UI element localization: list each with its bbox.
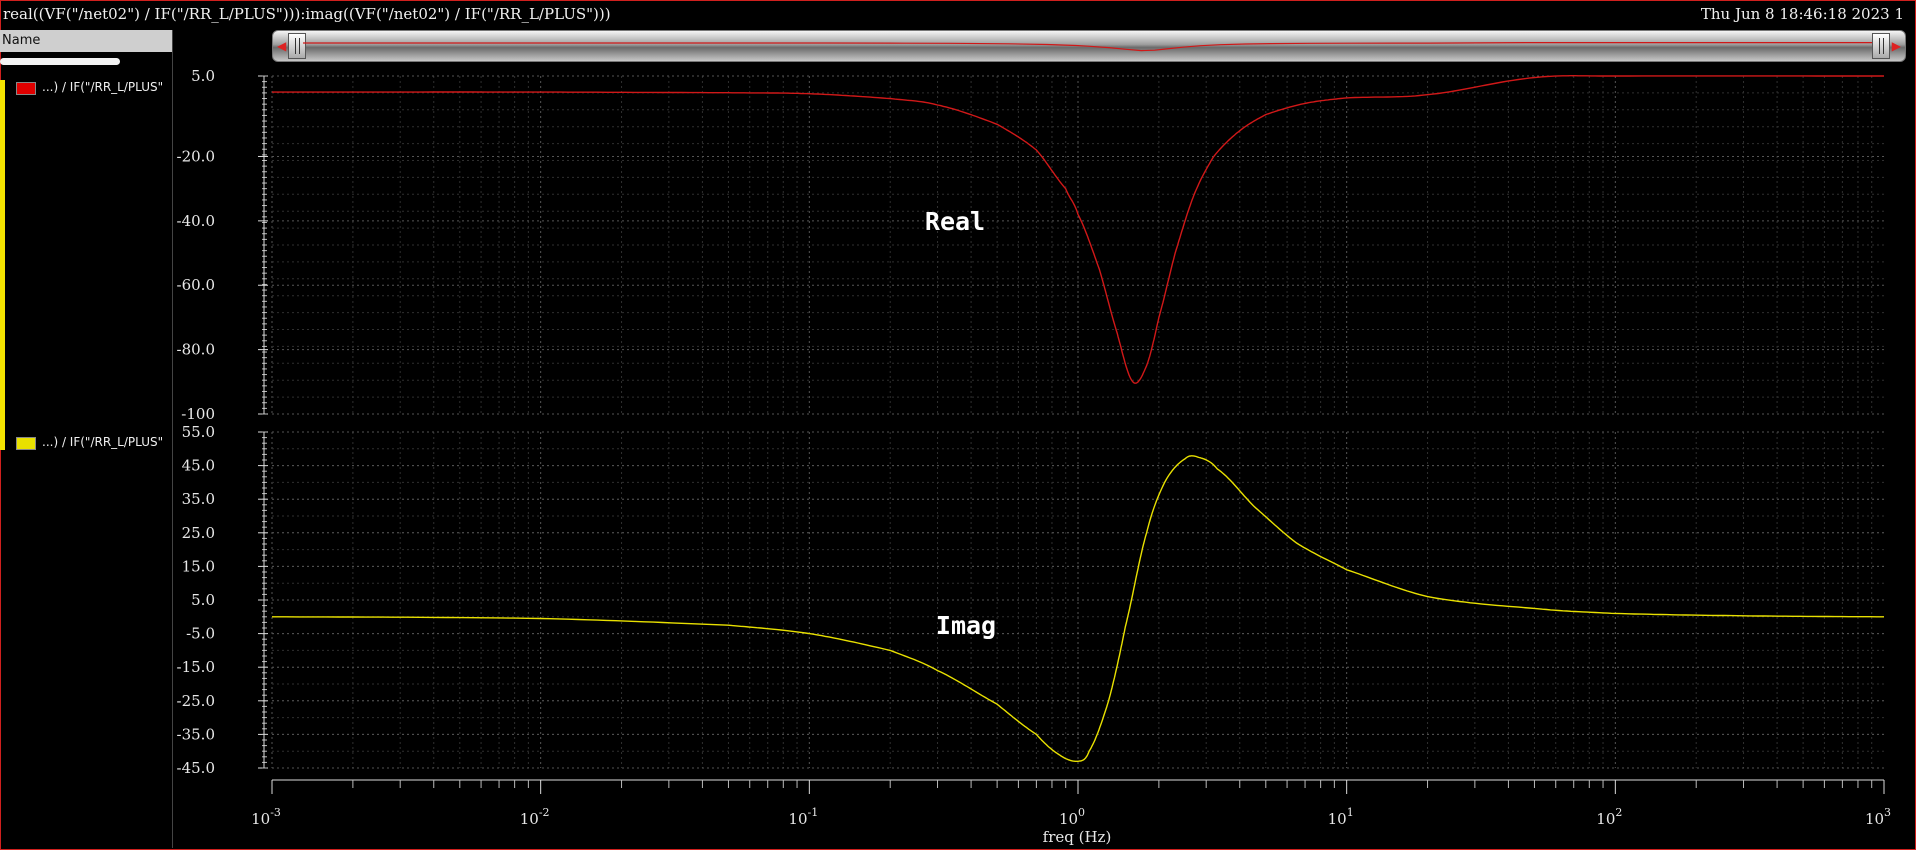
curve-annotation: Imag (936, 611, 996, 640)
x-tick-label: 10-3 (251, 806, 281, 828)
y-tick-label: -5.0 (186, 625, 215, 643)
y-tick-label: -100 (181, 405, 215, 423)
y-tick-label: -20.0 (177, 147, 215, 165)
y-tick-label: 55.0 (182, 423, 215, 441)
x-tick-label: 103 (1865, 806, 1891, 828)
x-tick-label: 10-2 (520, 806, 550, 828)
y-tick-label: -15.0 (177, 658, 215, 676)
y-tick-label: -25.0 (177, 692, 215, 710)
plot-area: 5.0 -20.0 -40.0 -60.0 -80.0 -100 Real 55.0 45.0 3… (177, 67, 1892, 846)
y-tick-label: 35.0 (182, 490, 215, 508)
y-tick-label: -80.0 (177, 341, 215, 359)
y-tick-label: 5.0 (191, 67, 215, 85)
x-tick-label: 10-1 (788, 806, 818, 828)
x-tick-label: 101 (1328, 806, 1354, 828)
y-tick-label: -35.0 (177, 725, 215, 743)
y-tick-label: -60.0 (177, 276, 215, 294)
y-tick-label: 5.0 (191, 591, 215, 609)
y-tick-label: 25.0 (182, 524, 215, 542)
y-tick-label: 45.0 (182, 457, 215, 475)
y-tick-label: -45.0 (177, 759, 215, 777)
x-tick-label: 102 (1596, 806, 1622, 828)
x-tick-label: 100 (1059, 806, 1085, 828)
y-tick-label: -40.0 (177, 212, 215, 230)
x-axis-label: freq (Hz) (1043, 828, 1112, 846)
curve-annotation: Real (925, 207, 985, 236)
y-tick-label: 15.0 (182, 557, 215, 575)
